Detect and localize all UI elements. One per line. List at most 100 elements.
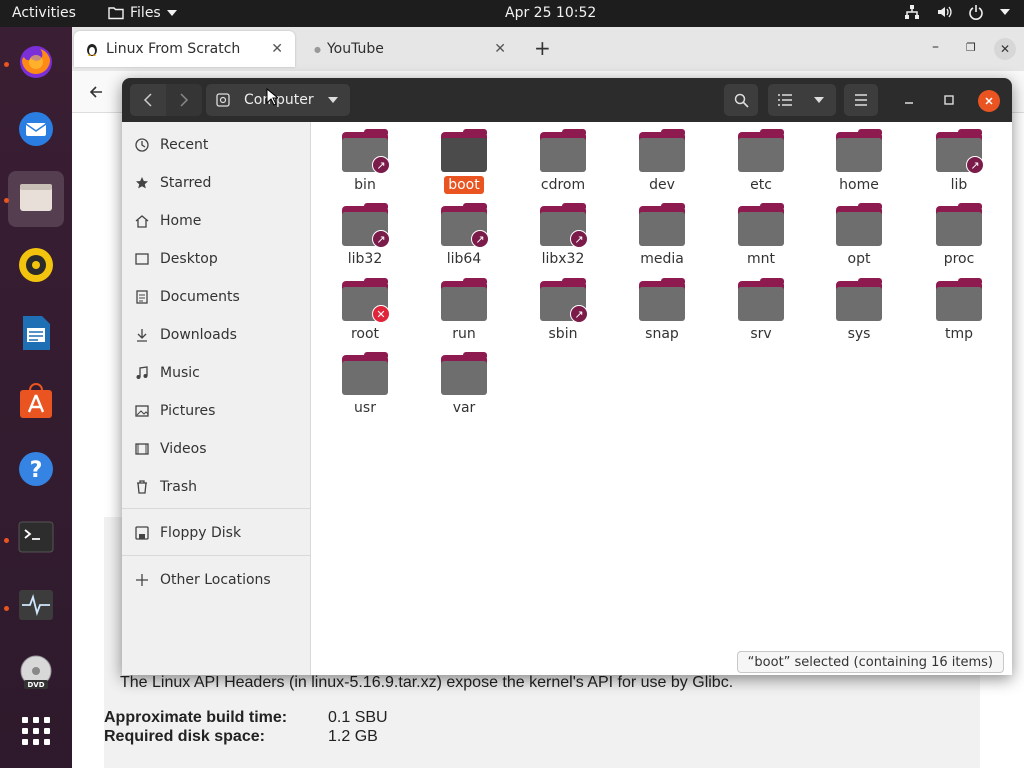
- folder-item[interactable]: dev: [617, 122, 707, 194]
- sidebar-item-downloads[interactable]: Downloads: [122, 317, 311, 353]
- dock-rhythmbox-launcher[interactable]: [8, 239, 64, 295]
- folder-item[interactable]: var: [419, 345, 509, 417]
- main-menu-button[interactable]: [844, 84, 878, 116]
- search-button[interactable]: [724, 84, 758, 116]
- folder-name: sys: [847, 326, 871, 342]
- picture-icon: [134, 403, 150, 419]
- back-button[interactable]: [130, 84, 166, 116]
- folder-icon: [639, 278, 685, 321]
- folder-item[interactable]: tmp: [914, 271, 1004, 343]
- sidebar-item-music[interactable]: Music: [122, 355, 311, 391]
- sidebar-item-trash[interactable]: Trash: [122, 469, 311, 505]
- sidebar-item-label: Desktop: [160, 251, 218, 267]
- dock: ? DVD: [0, 27, 72, 768]
- sidebar-item-floppy-disk[interactable]: Floppy Disk: [122, 515, 311, 551]
- sidebar-item-documents[interactable]: Documents: [122, 279, 311, 315]
- desktop-icon: [134, 251, 150, 267]
- folder-item[interactable]: ✕ root: [320, 271, 410, 343]
- dock-dvd-launcher[interactable]: DVD: [8, 647, 64, 703]
- dock-thunderbird-launcher[interactable]: [8, 103, 64, 159]
- places-sidebar: Recent Starred Home Desktop Documents Downloa…: [122, 122, 311, 675]
- running-indicator: [4, 538, 9, 543]
- star-icon: [134, 175, 150, 191]
- chevron-down-icon: [166, 10, 177, 16]
- close-icon[interactable]: ✕: [271, 41, 283, 57]
- tab-label: Linux From Scratch: [106, 41, 241, 57]
- folder-item[interactable]: usr: [320, 345, 410, 417]
- libreoffice-writer-icon: [16, 313, 56, 357]
- dock-software-store-launcher[interactable]: [8, 375, 64, 431]
- restore-button[interactable]: ❐: [966, 41, 976, 54]
- dock-terminal-launcher[interactable]: [8, 511, 64, 567]
- network-icon: [905, 5, 919, 19]
- sidebar-item-recent[interactable]: Recent: [122, 127, 311, 163]
- sidebar-item-other-locations[interactable]: Other Locations: [122, 562, 311, 598]
- minimize-button[interactable]: –: [932, 39, 939, 55]
- folder-item[interactable]: ↗ lib: [914, 122, 1004, 194]
- folder-item[interactable]: cdrom: [518, 122, 608, 194]
- forward-button[interactable]: [166, 84, 202, 116]
- maximize-button[interactable]: [938, 84, 960, 116]
- folder-icon: [738, 129, 784, 172]
- path-bar[interactable]: Computer: [206, 84, 350, 116]
- folder-icon: ↗: [936, 129, 984, 174]
- symlink-arrow-icon: ↗: [570, 230, 588, 248]
- dock-files-launcher[interactable]: [8, 171, 64, 227]
- sidebar-item-starred[interactable]: Starred: [122, 165, 311, 201]
- sidebar-item-pictures[interactable]: Pictures: [122, 393, 311, 429]
- chevron-down-icon: [1000, 9, 1010, 15]
- dock-help-launcher[interactable]: ?: [8, 443, 64, 499]
- folder-item[interactable]: ↗ libx32: [518, 196, 608, 268]
- sidebar-item-home[interactable]: Home: [122, 203, 311, 239]
- folder-icon: ↗: [441, 203, 489, 248]
- svg-text:DVD: DVD: [27, 681, 44, 689]
- dock-system-monitor-launcher[interactable]: [8, 579, 64, 635]
- maximize-icon: [944, 95, 954, 105]
- folder-icon: ↗: [540, 203, 588, 248]
- folder-item[interactable]: sys: [814, 271, 904, 343]
- back-arrow-icon[interactable]: [88, 84, 104, 100]
- firefox-icon: [16, 41, 56, 85]
- folder-item[interactable]: media: [617, 196, 707, 268]
- folder-item[interactable]: boot: [419, 122, 509, 194]
- dock-firefox-launcher[interactable]: [8, 35, 64, 91]
- folder-item[interactable]: run: [419, 271, 509, 343]
- folder-icon: [936, 278, 982, 321]
- tab-linux-from-scratch[interactable]: Linux From Scratch ✕: [74, 31, 295, 67]
- system-tray[interactable]: [904, 4, 1010, 20]
- folder-icon: [342, 352, 388, 395]
- close-icon[interactable]: ✕: [494, 41, 506, 57]
- files-close-button[interactable]: [978, 90, 1000, 112]
- files-headerbar: Computer: [122, 78, 1012, 122]
- folder-item[interactable]: snap: [617, 271, 707, 343]
- folder-icon: ✕: [342, 278, 390, 323]
- dock-app-grid-launcher[interactable]: [8, 705, 64, 761]
- folder-item[interactable]: ↗ sbin: [518, 271, 608, 343]
- sidebar-item-desktop[interactable]: Desktop: [122, 241, 311, 277]
- folder-item[interactable]: opt: [814, 196, 904, 268]
- folder-item[interactable]: ↗ bin: [320, 122, 410, 194]
- folder-item[interactable]: proc: [914, 196, 1004, 268]
- folder-name: lib64: [446, 251, 482, 267]
- files-icon: [16, 177, 56, 221]
- clock[interactable]: Apr 25 10:52: [505, 5, 596, 21]
- folder-item[interactable]: ↗ lib64: [419, 196, 509, 268]
- tab-youtube[interactable]: ● YouTube ✕: [304, 31, 518, 67]
- minimize-button[interactable]: [898, 84, 920, 116]
- folder-item[interactable]: etc: [716, 122, 806, 194]
- app-menu-button[interactable]: Files: [108, 5, 177, 21]
- folder-icon: [936, 203, 982, 246]
- browser-close-button[interactable]: ✕: [994, 38, 1016, 60]
- running-indicator: [4, 62, 9, 67]
- view-options-button[interactable]: [802, 84, 836, 116]
- dock-libreoffice-writer-launcher[interactable]: [8, 307, 64, 363]
- sidebar-item-videos[interactable]: Videos: [122, 431, 311, 467]
- new-tab-button[interactable]: +: [534, 36, 551, 60]
- folder-item[interactable]: home: [814, 122, 904, 194]
- folder-icon: [836, 203, 882, 246]
- activities-button[interactable]: Activities: [12, 5, 76, 21]
- view-list-button[interactable]: [768, 84, 802, 116]
- folder-item[interactable]: srv: [716, 271, 806, 343]
- folder-item[interactable]: mnt: [716, 196, 806, 268]
- folder-item[interactable]: ↗ lib32: [320, 196, 410, 268]
